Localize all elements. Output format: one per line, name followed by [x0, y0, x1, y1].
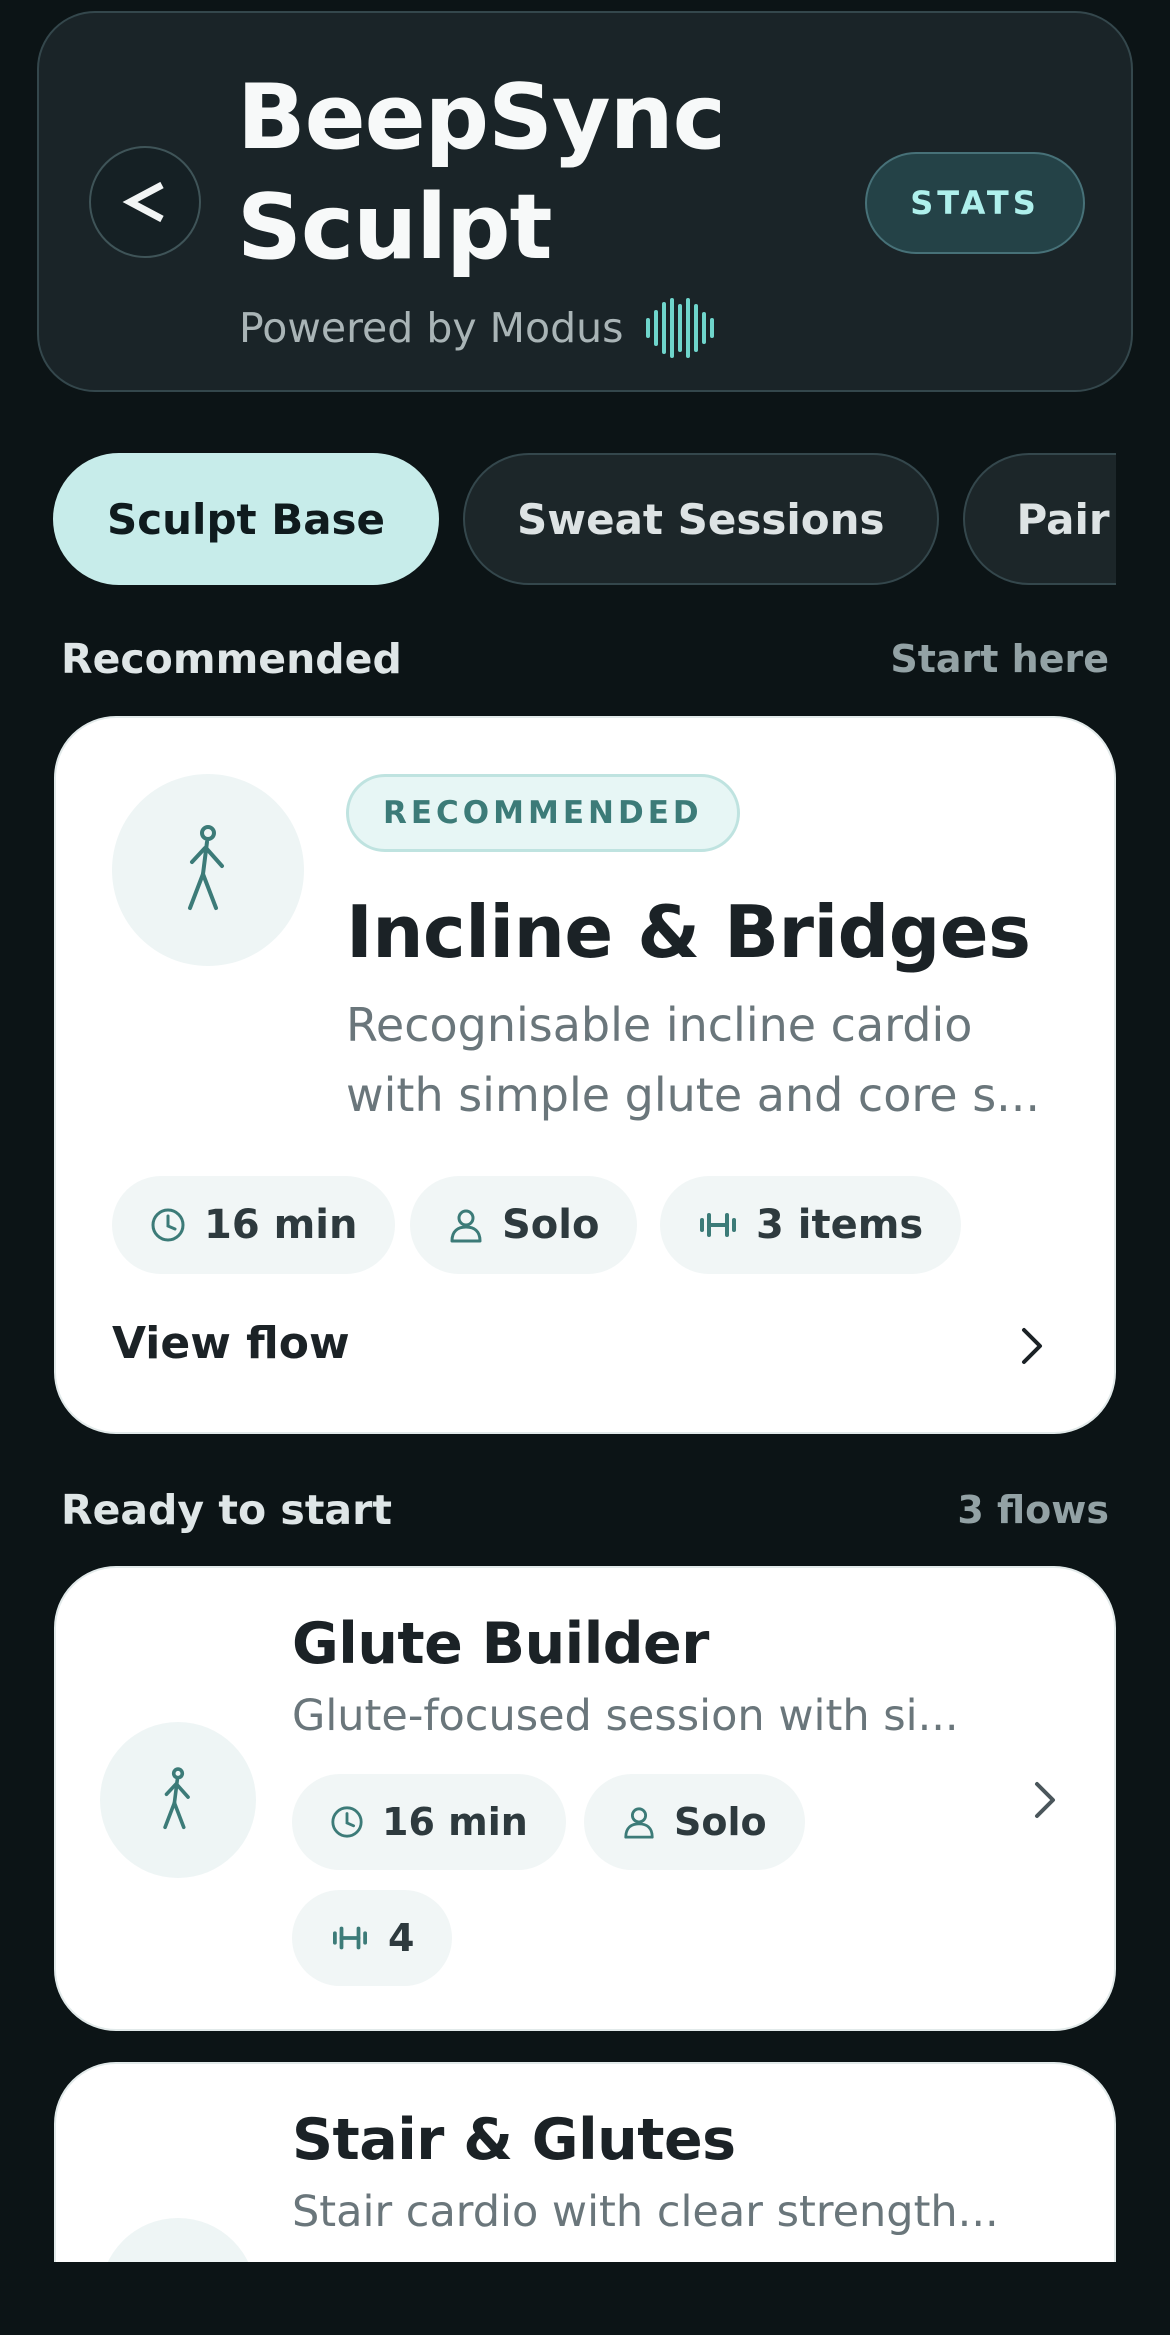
tab-pair-plus[interactable]: Pair + — [962, 453, 1116, 585]
mode-chip: Solo — [584, 1774, 805, 1870]
walking-person-icon — [188, 825, 224, 910]
back-button[interactable] — [89, 146, 201, 258]
app-title-line1: BeepSync — [237, 65, 726, 170]
ready-section-header: Ready to start 3 flows — [61, 1480, 1109, 1540]
powered-by-text: Powered by Modus — [239, 304, 624, 352]
walking-avatar — [112, 774, 304, 966]
duration-chip: 16 min — [292, 1774, 566, 1870]
flow-title: Glute Builder — [292, 1611, 709, 1677]
app-title: BeepSync Sculpt — [237, 63, 797, 283]
duration-value: 16 min — [204, 1202, 358, 1248]
tab-sweat-sessions[interactable]: Sweat Sessions — [463, 453, 939, 585]
recommended-badge: RECOMMENDED — [346, 774, 740, 852]
recommended-flow-title: Incline & Bridges — [346, 890, 1031, 974]
user-icon — [624, 1807, 654, 1839]
recommended-flow-description: Recognisable incline cardio with simple … — [346, 990, 1066, 1130]
mode-chip: Solo — [410, 1176, 638, 1274]
equipment-value: 4 — [388, 1916, 415, 1960]
user-icon — [450, 1209, 482, 1243]
app-header: BeepSync Sculpt Powered by Modus STATS — [37, 11, 1133, 392]
mode-value: Solo — [502, 1202, 600, 1248]
bottom-fade — [0, 2262, 1170, 2335]
recommended-flow-card[interactable]: RECOMMENDED Incline & Bridges Recognisab… — [54, 716, 1116, 1434]
walking-avatar — [100, 1722, 256, 1878]
description-line1: Recognisable incline cardio — [346, 998, 973, 1052]
chevron-right-icon — [1022, 1328, 1042, 1364]
duration-chip: 16 min — [112, 1176, 396, 1274]
tab-sculpt-base[interactable]: Sculpt Base — [53, 453, 440, 585]
flow-title: Stair & Glutes — [292, 2107, 736, 2173]
walking-person-icon — [163, 1767, 190, 1830]
start-here-link[interactable]: Start here — [890, 637, 1109, 681]
items-value: 3 items — [756, 1202, 924, 1248]
soundwave-icon — [644, 296, 718, 360]
flow-chevron[interactable] — [1031, 1780, 1059, 1820]
chevron-right-icon — [1035, 1782, 1055, 1818]
dumbbell-icon — [332, 1926, 367, 1950]
view-flow-chevron[interactable] — [1018, 1326, 1046, 1366]
app-title-line2: Sculpt — [237, 175, 553, 280]
items-chip: 3 items — [660, 1176, 962, 1274]
clock-icon — [331, 1806, 363, 1838]
equipment-chip: 4 — [292, 1890, 453, 1986]
mode-value: Solo — [674, 1800, 767, 1844]
powered-by-row: Powered by Modus — [239, 293, 718, 363]
flow-count: 3 flows — [957, 1488, 1109, 1532]
view-flow-link[interactable]: View flow — [112, 1318, 350, 1369]
recommended-section-header: Recommended Start here — [61, 629, 1109, 689]
dumbbell-icon — [700, 1213, 736, 1237]
back-chevron-icon — [122, 181, 164, 223]
duration-value: 16 min — [382, 1800, 528, 1844]
clock-icon — [151, 1208, 185, 1242]
flow-description: Glute-focused session with si... — [292, 1691, 959, 1741]
category-tabs: Sculpt Base Sweat Sessions Pair + — [53, 453, 1116, 585]
stats-button[interactable]: STATS — [865, 152, 1085, 254]
flow-description: Stair cardio with clear strength... — [292, 2187, 999, 2237]
recommended-section-title: Recommended — [61, 635, 402, 683]
description-line2: with simple glute and core s... — [346, 1068, 1041, 1122]
ready-section-title: Ready to start — [61, 1486, 392, 1534]
flow-card[interactable]: Glute Builder Glute-focused session with… — [54, 1566, 1116, 2031]
